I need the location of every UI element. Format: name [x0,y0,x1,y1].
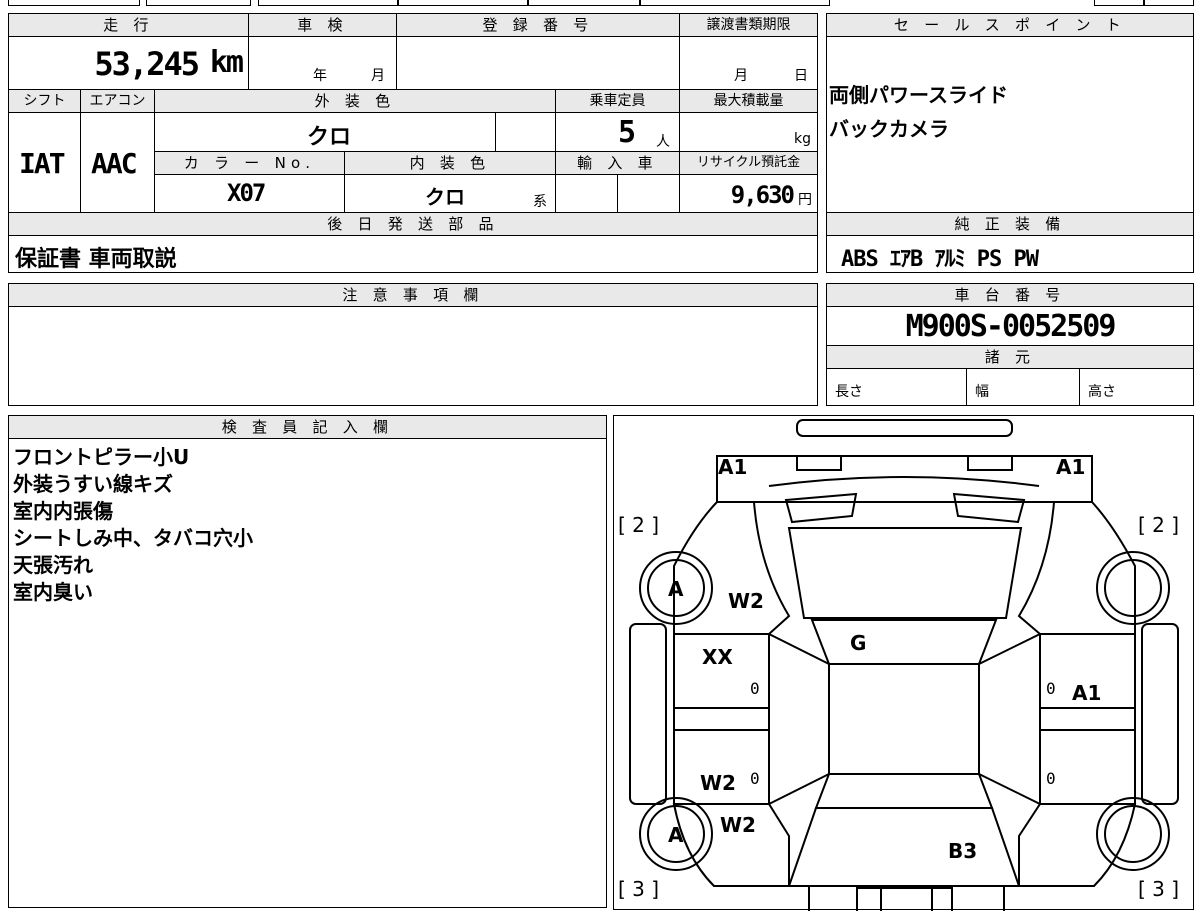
sales-points-header: セ ー ル ス ポ イ ン ト [826,13,1194,37]
capacity-unit: 人 [656,134,670,150]
mileage-unit: km [209,45,244,80]
inspector-line: シートしみ中、タバコ穴小 [13,526,253,550]
transfer-month: 月 [734,68,748,84]
sales-point-line: 両側パワースライド [829,83,1008,107]
max-load-cell: kg [679,112,818,152]
mileage-value: 53,245 [94,45,200,83]
import-header: 輸 入 車 [555,151,680,175]
aircon-header: エアコン [80,89,155,113]
aircon-cell: AAC [80,112,155,213]
interior-color-cell: クロ 系 [344,174,556,213]
interior-color-suffix: 系 [533,194,547,210]
recycle-header: リサイクル預託金 [679,151,818,175]
capacity-cell: 5 人 [555,112,680,152]
transfer-cell: 月 日 [679,36,818,90]
mark-zero: 0 [750,679,760,698]
mark-bracket-fr: [ 2 ] [1138,513,1179,537]
exterior-color-header: 外 装 色 [154,89,556,113]
mark-zero: 0 [1046,679,1056,698]
mark-zero: 0 [750,769,760,788]
notes-cell [8,306,818,406]
mark-w2-rear: W2 [720,813,756,837]
inspector-cell: フロントピラー小U 外装うすい線キズ 室内内張傷 シートしみ中、タバコ穴小 天張… [8,438,607,908]
exterior-color-value: クロ [307,125,352,150]
shift-cell: IAT [8,112,81,213]
mark-wheel-rl: A [668,823,684,847]
mark-zero: 0 [1046,769,1056,788]
mark-g: G [850,631,866,655]
width-label: 幅 [975,384,989,400]
capacity-value: 5 [618,115,637,150]
recycle-value: 9,630 [730,181,795,209]
mark-b3: B3 [948,839,977,863]
mark-front-left: A1 [718,455,747,479]
top-strip [0,0,1200,8]
length-cell: 長さ [826,368,967,406]
shaken-month: 月 [371,68,385,84]
mark-w2-rear-door: W2 [700,771,736,795]
aircon-value: AAC [91,147,138,180]
car-diagram: A1 A1 G XX W2 A1 W2 W2 B3 A A [ 2 ] [ 2 … [618,419,1179,911]
mileage-cell: 53,245 km [8,36,249,90]
length-label: 長さ [835,384,863,400]
inspector-line: フロントピラー小U [13,445,190,469]
interior-color-header: 内 装 色 [344,151,556,175]
transfer-deadline-header: 譲渡書類期限 [679,13,818,37]
shift-header: シフト [8,89,81,113]
max-load-header: 最大積載量 [679,89,818,113]
shaken-header: 車 検 [248,13,397,37]
mark-bracket-fl: [ 2 ] [618,513,659,537]
mark-wheel-fl: A [668,577,684,601]
mark-w2-front: W2 [728,589,764,613]
inspector-line: 室内内張傷 [13,499,113,523]
color-number-header: カ ラ ー No. [154,151,345,175]
chassis-value: M900S-0052509 [905,309,1117,344]
mark-bracket-rr: [ 3 ] [1138,877,1179,901]
height-label: 高さ [1088,384,1116,400]
car-diagram-frame: A1 A1 G XX W2 A1 W2 W2 B3 A A [ 2 ] [ 2 … [613,415,1194,911]
recycle-unit: 円 [798,192,812,208]
registration-header: 登 録 番 号 [396,13,680,37]
chassis-cell: M900S-0052509 [826,306,1194,346]
equipment-header: 純 正 装 備 [826,212,1194,236]
sales-point-line: バックカメラ [829,117,949,141]
height-cell: 高さ [1079,368,1194,406]
mileage-header: 走 行 [8,13,249,37]
later-parts-cell: 保証書 車両取説 [8,235,818,273]
mark-bracket-rl: [ 3 ] [618,877,659,901]
exterior-color-sub-cell [495,112,556,152]
later-parts-value: 保証書 車両取説 [15,247,177,272]
notes-header: 注 意 事 項 欄 [8,283,818,307]
inspector-line: 天張汚れ [13,553,93,577]
capacity-header: 乗車定員 [555,89,680,113]
shift-value: IAT [19,147,66,180]
import-cell-b [617,174,680,213]
width-cell: 幅 [966,368,1080,406]
inspector-header: 検 査 員 記 入 欄 [8,415,607,439]
registration-cell [396,36,680,90]
equipment-value: ABS ｴｱB ｱﾙﾐ PS PW [841,247,1039,272]
inspector-line: 室内臭い [13,580,93,604]
specs-header: 諸 元 [826,345,1194,369]
interior-color-value: クロ [425,185,465,209]
chassis-header: 車 台 番 号 [826,283,1194,307]
color-number-value: X07 [227,179,266,207]
color-number-cell: X07 [154,174,345,213]
max-load-unit: kg [794,131,811,147]
recycle-cell: 9,630 円 [679,174,818,213]
shaken-cell: 年 月 [248,36,397,90]
import-cell-a [555,174,618,213]
equipment-cell: ABS ｴｱB ｱﾙﾐ PS PW [826,235,1194,273]
transfer-day: 日 [794,68,808,84]
mark-xx: XX [702,645,733,669]
later-parts-header: 後 日 発 送 部 品 [8,212,818,236]
shaken-year: 年 [313,68,327,84]
exterior-color-cell: クロ [154,112,496,152]
mark-front-right: A1 [1056,455,1085,479]
sales-points-cell: 両側パワースライド バックカメラ [826,36,1194,213]
inspector-line: 外装うすい線キズ [13,472,173,496]
mark-a1-right-door: A1 [1072,681,1101,705]
